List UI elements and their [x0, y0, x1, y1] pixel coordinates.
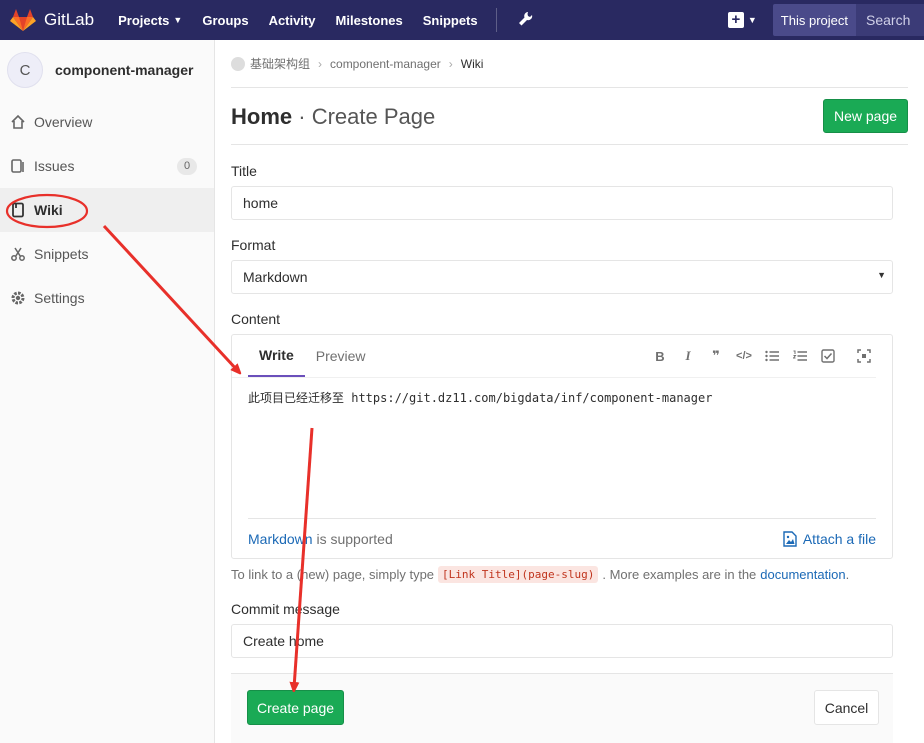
content-label: Content — [231, 311, 281, 327]
chevron-down-icon: ▼ — [747, 15, 757, 25]
issues-count-badge: 0 — [177, 158, 197, 175]
quote-icon[interactable]: ❞ — [702, 345, 730, 367]
fullscreen-icon[interactable] — [850, 345, 878, 367]
italic-icon[interactable]: I — [674, 345, 702, 367]
hint-code: [Link Title](page-slug) — [438, 566, 599, 583]
sidebar-item-issues[interactable]: Issues 0 — [0, 144, 214, 188]
title-label: Title — [231, 163, 257, 179]
project-header[interactable]: C component-manager — [0, 40, 214, 100]
breadcrumb-project[interactable]: component-manager — [330, 57, 441, 71]
book-icon — [10, 202, 26, 218]
attach-file-label: Attach a file — [802, 531, 876, 547]
editor-toolbar: B I ❞ </> — [646, 345, 878, 367]
tab-write[interactable]: Write — [248, 335, 305, 377]
documentation-link[interactable]: documentation — [760, 567, 845, 582]
editor-tab-divider — [232, 377, 876, 378]
scissors-icon — [10, 246, 26, 262]
sidebar-item-label: Snippets — [34, 246, 89, 262]
wiki-link-hint: To link to a (new) page, simply type [Li… — [231, 566, 849, 583]
bold-icon[interactable]: B — [646, 345, 674, 367]
sidebar-item-snippets[interactable]: Snippets — [0, 232, 214, 276]
sidebar-item-label: Issues — [34, 158, 75, 174]
bullet-list-icon[interactable] — [758, 345, 786, 367]
group-avatar-icon — [231, 56, 245, 71]
code-icon[interactable]: </> — [730, 345, 758, 367]
breadcrumb-group[interactable]: 基础架构组 — [250, 55, 310, 72]
hint-middle: . More examples are in the — [602, 567, 757, 582]
hint-prefix: To link to a (new) page, simply type — [231, 567, 435, 582]
create-page-button[interactable]: Create page — [247, 690, 344, 725]
page-title-sub: Create Page — [311, 104, 436, 129]
breadcrumb-current[interactable]: Wiki — [461, 57, 484, 71]
title-input[interactable]: home — [231, 186, 893, 220]
markdown-help-link[interactable]: Markdown — [248, 531, 313, 547]
hint-end: . — [845, 567, 850, 582]
chevron-right-icon: › — [448, 56, 453, 71]
search-input[interactable]: Search — [856, 4, 924, 36]
new-page-button[interactable]: New page — [823, 99, 908, 133]
sidebar-item-settings[interactable]: Settings — [0, 276, 214, 320]
format-select-value: Markdown — [243, 269, 308, 285]
form-actions: Create page Cancel — [231, 673, 893, 743]
nav-projects[interactable]: Projects ▼ — [118, 13, 182, 28]
commit-message-input[interactable]: Create home — [231, 624, 893, 658]
editor-footer: Markdown is supported Attach a file — [248, 518, 876, 559]
markdown-editor: Write Preview B I ❞ </> 此项目已经迁移至 https:/… — [231, 334, 893, 559]
commit-message-label: Commit message — [231, 601, 340, 617]
attach-file-button[interactable]: Attach a file — [783, 531, 876, 547]
page-title: Home · Create Page — [231, 104, 435, 130]
main-content: 基础架构组 › component-manager › Wiki Home · … — [215, 40, 924, 743]
sidebar-item-wiki[interactable]: Wiki — [0, 188, 214, 232]
plus-icon: + — [727, 12, 744, 28]
chevron-right-icon: › — [318, 56, 323, 71]
sidebar-item-label: Settings — [34, 290, 85, 306]
gear-icon — [10, 290, 26, 306]
markdown-support-note: Markdown is supported — [248, 531, 393, 547]
nav-projects-label: Projects — [118, 12, 170, 28]
gitlab-logo[interactable]: GitLab — [10, 8, 94, 32]
avatar: C — [7, 52, 43, 88]
sidebar-item-label: Wiki — [34, 202, 63, 218]
sidebar-item-label: Overview — [34, 114, 93, 130]
image-file-icon — [783, 531, 797, 547]
page-title-main: Home — [231, 104, 293, 129]
task-list-icon[interactable] — [814, 345, 842, 367]
project-sidebar: C component-manager Overview Issues 0 Wi… — [0, 40, 215, 743]
nav-divider — [495, 8, 497, 32]
top-navbar: GitLab Projects ▼ Groups Activity Milesto… — [0, 0, 924, 40]
sidebar-item-overview[interactable]: Overview — [0, 100, 214, 144]
chevron-down-icon: ▼ — [173, 15, 183, 25]
nav-milestones[interactable]: Milestones — [336, 13, 403, 28]
project-name: component-manager — [55, 62, 194, 78]
page-title-separator: · — [298, 104, 306, 129]
home-icon — [10, 114, 26, 130]
tab-preview[interactable]: Preview — [305, 335, 377, 377]
caret-down-icon: ▼ — [877, 270, 886, 280]
nav-activity[interactable]: Activity — [269, 13, 316, 28]
search-scope-button[interactable]: This project — [772, 4, 856, 36]
cancel-button[interactable]: Cancel — [814, 690, 879, 725]
content-textarea[interactable]: 此项目已经迁移至 https://git.dz11.com/bigdata/in… — [248, 389, 712, 406]
markdown-support-suffix: is supported — [312, 531, 393, 547]
numbered-list-icon[interactable] — [786, 345, 814, 367]
issues-icon — [10, 158, 26, 174]
nav-groups[interactable]: Groups — [202, 13, 248, 28]
brand-name: GitLab — [44, 10, 95, 29]
nav-snippets[interactable]: Snippets — [423, 13, 478, 28]
gitlab-tanuki-icon — [10, 9, 36, 31]
format-label: Format — [231, 237, 276, 253]
format-select[interactable]: Markdown ▼ — [231, 260, 893, 294]
new-dropdown-button[interactable]: + ▼ — [727, 12, 757, 28]
page-header: Home · Create Page New page — [231, 88, 908, 145]
admin-wrench-icon[interactable] — [517, 11, 533, 29]
breadcrumb: 基础架构组 › component-manager › Wiki — [231, 40, 908, 88]
